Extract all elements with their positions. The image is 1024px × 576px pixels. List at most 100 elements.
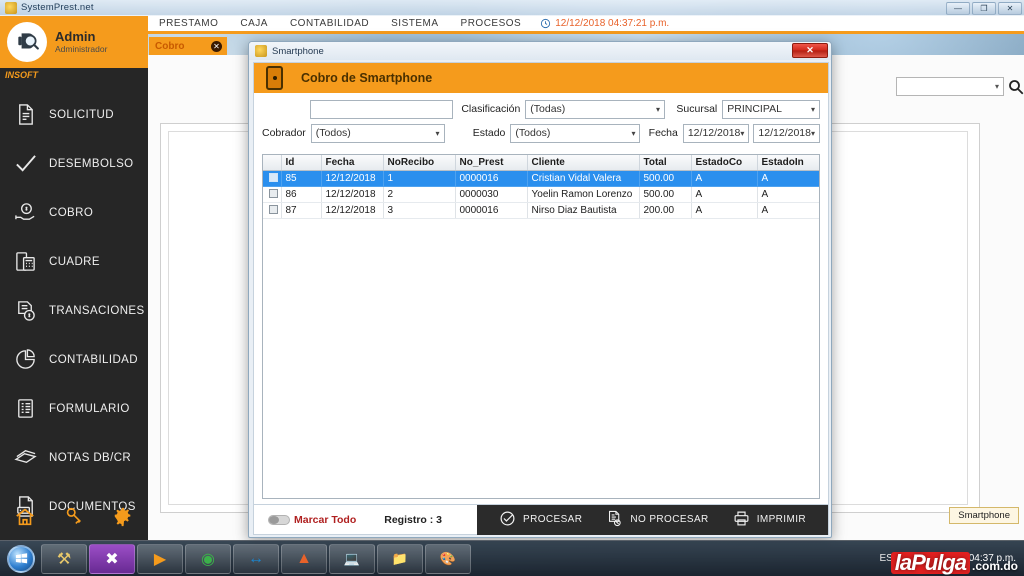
taskbar-item-graphic[interactable]: ▲ — [281, 544, 327, 574]
cell-estadoco: A — [691, 186, 757, 202]
table-row[interactable]: 85 12/12/2018 1 0000016 Cristian Vidal V… — [263, 170, 820, 186]
sidebar-item-formulario[interactable]: FORMULARIO — [0, 384, 148, 433]
filter-cobrador-select[interactable]: (Todos) ▾ — [311, 124, 445, 143]
dialog-window-title: Smartphone — [272, 46, 324, 57]
taskbar-item-explorer[interactable]: 📁 — [377, 544, 423, 574]
visualstudio-icon: ✖ — [105, 549, 118, 569]
document-reject-icon — [606, 510, 623, 530]
home-icon[interactable] — [14, 506, 36, 528]
sidebar-item-label: TRANSACIONES — [49, 305, 145, 317]
tray-messenger-icon[interactable] — [921, 552, 935, 566]
filter-clasificacion-value: (Todas) — [530, 103, 565, 115]
filter-estado-select[interactable]: (Todos) ▾ — [510, 124, 640, 143]
filter-label-fecha: Fecha — [648, 127, 677, 139]
user-panel[interactable]: Admin Administrador INSOFT — [0, 16, 148, 68]
menu-item-caja[interactable]: CAJA — [229, 18, 279, 29]
chevron-down-icon[interactable]: ▾ — [631, 129, 635, 138]
system-tray: ES ▲ 04:37 p.m. — [879, 552, 1024, 566]
chevron-down-icon[interactable]: ▾ — [811, 105, 815, 114]
procesar-button[interactable]: PROCESAR — [487, 510, 594, 530]
row-checkbox[interactable] — [263, 202, 281, 218]
start-button[interactable] — [2, 543, 40, 575]
chevron-down-icon[interactable]: ▾ — [656, 105, 660, 114]
menu-item-contabilidad[interactable]: CONTABILIDAD — [279, 18, 380, 29]
dialog-filters: Clasificación (Todas) ▾ Sucursal PRINCIP… — [254, 93, 828, 152]
sidebar-item-cuadre[interactable]: CUADRE — [0, 237, 148, 286]
key-icon[interactable] — [63, 506, 85, 528]
tray-antivirus-icon[interactable] — [945, 552, 959, 566]
dialog-header-title: Cobro de Smartphone — [301, 71, 432, 85]
search-icon[interactable] — [1007, 78, 1024, 96]
tab-close-icon[interactable]: ✕ — [211, 41, 222, 52]
row-checkbox[interactable] — [263, 170, 281, 186]
col-header-id[interactable]: Id — [281, 155, 321, 170]
user-shield-icon — [14, 29, 40, 55]
taskbar-item-chrome[interactable]: ◉ — [185, 544, 231, 574]
taskbar-item-teamviewer[interactable]: ↔ — [233, 544, 279, 574]
cobros-grid[interactable]: Id Fecha NoRecibo No_Prest Cliente Total… — [262, 154, 820, 499]
taskbar-item-mediaplayer[interactable]: ▶ — [137, 544, 183, 574]
maximize-button[interactable]: ❐ — [972, 2, 996, 15]
minimize-button[interactable]: — — [946, 2, 970, 15]
sidebar-footer — [0, 506, 148, 528]
chevron-down-icon[interactable]: ▾ — [436, 129, 440, 138]
imprimir-label: IMPRIMIR — [757, 514, 806, 525]
cobros-table: Id Fecha NoRecibo No_Prest Cliente Total… — [263, 155, 820, 219]
col-header-noprest[interactable]: No_Prest — [455, 155, 527, 170]
pie-chart-icon — [12, 347, 38, 373]
menu-item-procesos[interactable]: PROCESOS — [450, 18, 533, 29]
col-header-estadoin[interactable]: EstadoIn — [757, 155, 820, 170]
tray-expand-icon[interactable]: ▲ — [903, 554, 911, 563]
col-header-norecibo[interactable]: NoRecibo — [383, 155, 455, 170]
col-header-fecha[interactable]: Fecha — [321, 155, 383, 170]
taskbar-item-tools[interactable]: ⚒ — [41, 544, 87, 574]
cell-id: 87 — [281, 202, 321, 218]
dialog-icon — [255, 45, 267, 57]
sidebar: Admin Administrador INSOFT SOLICITUD — [0, 16, 148, 540]
filter-fecha-hasta[interactable]: 12/12/2018 ▾ — [753, 124, 820, 143]
chevron-down-icon[interactable]: ▾ — [811, 129, 815, 138]
sidebar-item-desembolso[interactable]: DESEMBOLSO — [0, 139, 148, 188]
imprimir-button[interactable]: IMPRIMIR — [721, 510, 818, 530]
filter-sucursal-select[interactable]: PRINCIPAL ▾ — [722, 100, 820, 119]
col-header-estadoco[interactable]: EstadoCo — [691, 155, 757, 170]
filter-label-sucursal: Sucursal — [673, 103, 717, 115]
filter-fecha-desde[interactable]: 12/12/2018 ▾ — [683, 124, 750, 143]
taskbar-item-network[interactable]: 💻 — [329, 544, 375, 574]
close-button[interactable]: ✕ — [998, 2, 1022, 15]
sidebar-item-cobro[interactable]: COBRO — [0, 188, 148, 237]
taskbar-item-paint[interactable]: 🎨 — [425, 544, 471, 574]
row-checkbox[interactable] — [263, 186, 281, 202]
sidebar-item-solicitud[interactable]: SOLICITUD — [0, 90, 148, 139]
marcar-todo-toggle[interactable] — [268, 515, 290, 525]
filter-row-2: Cobrador (Todos) ▾ Estado (Todos) ▾ Fech… — [262, 123, 820, 143]
chevron-down-icon[interactable]: ▾ — [995, 82, 999, 91]
taskbar-item-visualstudio[interactable]: ✖ — [89, 544, 135, 574]
filter-row-1: Clasificación (Todas) ▾ Sucursal PRINCIP… — [262, 99, 820, 119]
sidebar-item-contabilidad[interactable]: CONTABILIDAD — [0, 335, 148, 384]
col-header-select[interactable] — [263, 155, 281, 170]
col-header-total[interactable]: Total — [639, 155, 691, 170]
table-row[interactable]: 86 12/12/2018 2 0000030 Yoelin Ramon Lor… — [263, 186, 820, 202]
chevron-down-icon[interactable]: ▾ — [740, 129, 744, 138]
filter-free-text-input[interactable] — [310, 100, 454, 119]
no-procesar-button[interactable]: NO PROCESAR — [594, 510, 720, 530]
search-input[interactable]: ▾ — [896, 77, 1004, 96]
user-name: Admin — [55, 30, 107, 45]
menu-item-prestamo[interactable]: PRESTAMO — [148, 18, 229, 29]
tab-cobro[interactable]: Cobro ✕ — [149, 37, 227, 55]
sidebar-item-transaciones[interactable]: TRANSACIONES — [0, 286, 148, 335]
col-header-cliente[interactable]: Cliente — [527, 155, 639, 170]
menu-item-sistema[interactable]: SISTEMA — [380, 18, 449, 29]
menubar-clock: 12/12/2018 04:37:21 p.m. — [540, 18, 669, 29]
sidebar-item-notas-db-cr[interactable]: NOTAS DB/CR — [0, 433, 148, 482]
cell-estadoin: A — [757, 170, 820, 186]
tray-clock[interactable]: 04:37 p.m. — [969, 553, 1016, 565]
gear-icon[interactable] — [112, 506, 134, 528]
dialog-close-button[interactable]: ✕ — [792, 43, 828, 58]
filter-clasificacion-select[interactable]: (Todas) ▾ — [525, 100, 665, 119]
tray-language[interactable]: ES — [879, 553, 892, 564]
smartphone-button[interactable]: Smartphone — [949, 507, 1019, 524]
cell-noprest: 0000016 — [455, 202, 527, 218]
table-row[interactable]: 87 12/12/2018 3 0000016 Nirso Diaz Bauti… — [263, 202, 820, 218]
